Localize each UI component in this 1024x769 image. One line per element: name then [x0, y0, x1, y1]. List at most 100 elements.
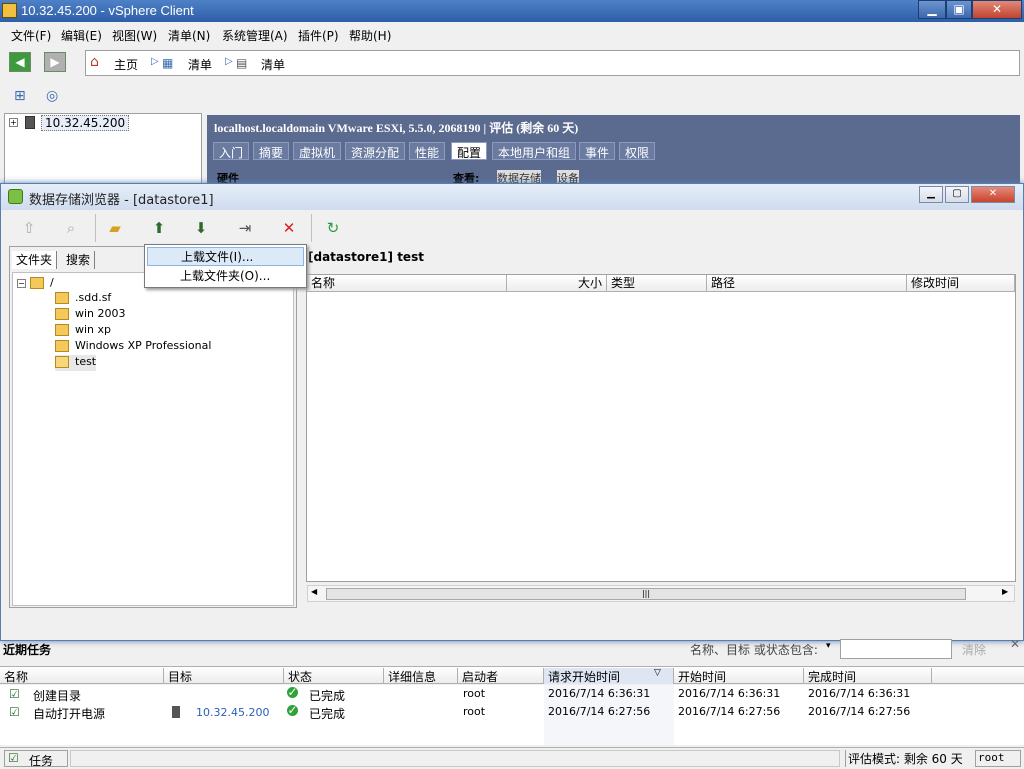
register-vm-icon[interactable]: ⇥: [235, 218, 255, 238]
col-start[interactable]: 开始时间: [674, 668, 804, 684]
tree-root[interactable]: − /: [17, 276, 54, 292]
tab-permissions[interactable]: 权限: [619, 142, 656, 160]
tasks-toggle-label: 任务: [29, 754, 54, 768]
col-status[interactable]: 状态: [284, 668, 384, 684]
tree-item-win2003[interactable]: win 2003: [55, 307, 126, 323]
download-icon[interactable]: ⬇: [191, 218, 211, 238]
expand-icon[interactable]: +: [9, 118, 18, 127]
folder-icon: [30, 277, 44, 289]
tab-configuration[interactable]: 配置: [451, 142, 488, 160]
task-name: 创建目录: [33, 689, 82, 703]
tree-label: win xp: [75, 323, 112, 336]
datastore-toolbar: ⇧ ⌕ ▰ ⬆ ⬇ ⇥ ✕ ↻: [9, 212, 1015, 244]
task-start: 2016/7/14 6:36:31: [678, 687, 781, 700]
minimize-button[interactable]: ▁: [918, 0, 946, 19]
maximize-button[interactable]: ▣: [946, 0, 972, 19]
task-filter-label: 名称、目标 或状态包含:: [690, 643, 818, 657]
task-end: 2016/7/14 6:36:31: [808, 687, 911, 700]
tab-summary[interactable]: 摘要: [253, 142, 290, 160]
home-link[interactable]: 主页: [114, 56, 138, 73]
col-target[interactable]: 目标: [164, 668, 284, 684]
tasks-toggle-button[interactable]: ☑ 任务: [4, 750, 68, 768]
col-details[interactable]: 详细信息: [384, 668, 458, 684]
upload-folder-item[interactable]: 上载文件夹(O)...: [147, 267, 304, 286]
menu-view[interactable]: 视图(W): [112, 27, 157, 44]
task-icon: ☑: [9, 687, 20, 701]
scroll-left-icon[interactable]: ◀: [311, 587, 317, 596]
menu-admin[interactable]: 系统管理(A): [222, 27, 288, 44]
delete-icon[interactable]: ✕: [279, 218, 299, 238]
column-name[interactable]: 名称: [307, 275, 507, 292]
column-type[interactable]: 类型: [607, 275, 707, 292]
refresh-icon[interactable]: ↻: [323, 218, 343, 238]
host-node[interactable]: 10.32.45.200: [41, 115, 130, 131]
dialog-close-button[interactable]: ✕: [971, 186, 1015, 203]
scroll-right-icon[interactable]: ▶: [1002, 587, 1008, 596]
chevron-right-icon: ▷: [225, 56, 233, 67]
back-arrow-icon[interactable]: ◀: [9, 52, 31, 72]
tree-item-winxp-pro[interactable]: Windows XP Professional: [55, 339, 211, 355]
tab-events[interactable]: 事件: [579, 142, 616, 160]
menu-inventory[interactable]: 清单(N): [168, 27, 210, 44]
chevron-right-icon: ▷: [151, 56, 159, 67]
new-folder-icon[interactable]: ▰: [105, 218, 125, 238]
task-initiator: root: [463, 705, 486, 718]
col-initiator[interactable]: 启动者: [458, 668, 544, 684]
column-modified[interactable]: 修改时间: [907, 275, 1015, 292]
menu-plugins[interactable]: 插件(P): [298, 27, 339, 44]
tree-item-winxp[interactable]: win xp: [55, 323, 111, 339]
file-pane: [datastore1] test 名称 大小 类型 路径 修改时间 ◀ |||…: [306, 246, 1018, 608]
col-task-name[interactable]: 名称: [0, 668, 164, 684]
clear-filter-button[interactable]: 清除: [962, 641, 986, 658]
folder-icon: [55, 308, 69, 320]
menu-help[interactable]: 帮助(H): [349, 27, 391, 44]
refresh-globe-icon[interactable]: ◎: [46, 88, 58, 104]
tree-item-test[interactable]: test: [55, 355, 97, 371]
column-size[interactable]: 大小: [507, 275, 607, 292]
forward-arrow-icon[interactable]: ▶: [44, 52, 66, 72]
menu-edit[interactable]: 编辑(E): [61, 27, 102, 44]
tab-resource-allocation[interactable]: 资源分配: [345, 142, 406, 160]
parent-folder-icon[interactable]: ⇧: [19, 218, 39, 238]
menu-file[interactable]: 文件(F): [11, 27, 51, 44]
current-path: [datastore1] test: [308, 250, 424, 264]
task-target-link[interactable]: 10.32.45.200: [196, 706, 269, 719]
upload-file-item[interactable]: 上载文件(I)...: [147, 247, 304, 266]
inventory-link[interactable]: 清单: [188, 56, 212, 73]
status-bar: ☑ 任务 评估模式: 剩余 60 天 root: [0, 747, 1024, 768]
tab-performance[interactable]: 性能: [409, 142, 446, 160]
upload-icon[interactable]: ⬆: [149, 218, 169, 238]
horizontal-scrollbar[interactable]: ◀ ||| ▶: [307, 585, 1015, 602]
col-end[interactable]: 完成时间: [804, 668, 932, 684]
tree-label: /: [50, 276, 54, 289]
scroll-thumb[interactable]: |||: [326, 588, 966, 600]
filter-dropdown-icon[interactable]: ▾: [826, 641, 831, 651]
add-host-icon[interactable]: ⊞: [14, 88, 26, 104]
inventory-current[interactable]: 清单: [261, 56, 285, 73]
dialog-minimize-button[interactable]: ▁: [919, 186, 943, 203]
tab-folders[interactable]: 文件夹: [12, 251, 58, 269]
inventory-icon: ▦: [162, 56, 174, 70]
search-datastore-icon[interactable]: ⌕: [61, 218, 81, 238]
toolbar-separator: [95, 214, 96, 242]
recent-tasks-title: 近期任务: [3, 643, 52, 657]
dialog-maximize-button[interactable]: ▢: [945, 186, 969, 203]
tab-vms[interactable]: 虚拟机: [293, 142, 342, 160]
status-message-area: [70, 750, 840, 767]
tab-search[interactable]: 搜索: [62, 251, 96, 269]
home-icon[interactable]: ⌂: [90, 54, 99, 70]
task-start: 2016/7/14 6:27:56: [678, 705, 781, 718]
menu-bar: 文件(F) 编辑(E) 视图(W) 清单(N) 系统管理(A) 插件(P) 帮助…: [0, 24, 1024, 44]
column-path[interactable]: 路径: [707, 275, 907, 292]
open-folder-icon: [55, 356, 69, 368]
tree-item-sdd[interactable]: .sdd.sf: [55, 291, 111, 307]
task-filter-input[interactable]: [840, 639, 952, 659]
tab-local-users[interactable]: 本地用户和组: [492, 142, 577, 160]
close-tasks-icon[interactable]: ✕: [1010, 637, 1020, 651]
server-icon: [172, 706, 180, 718]
tab-getting-started[interactable]: 入门: [213, 142, 250, 160]
collapse-icon[interactable]: −: [17, 279, 26, 288]
folder-icon: [55, 340, 69, 352]
folder-pane: 文件夹 搜索 − / .sdd.sf win 2003 win xp Window…: [9, 246, 297, 608]
close-button[interactable]: ✕: [972, 0, 1022, 19]
